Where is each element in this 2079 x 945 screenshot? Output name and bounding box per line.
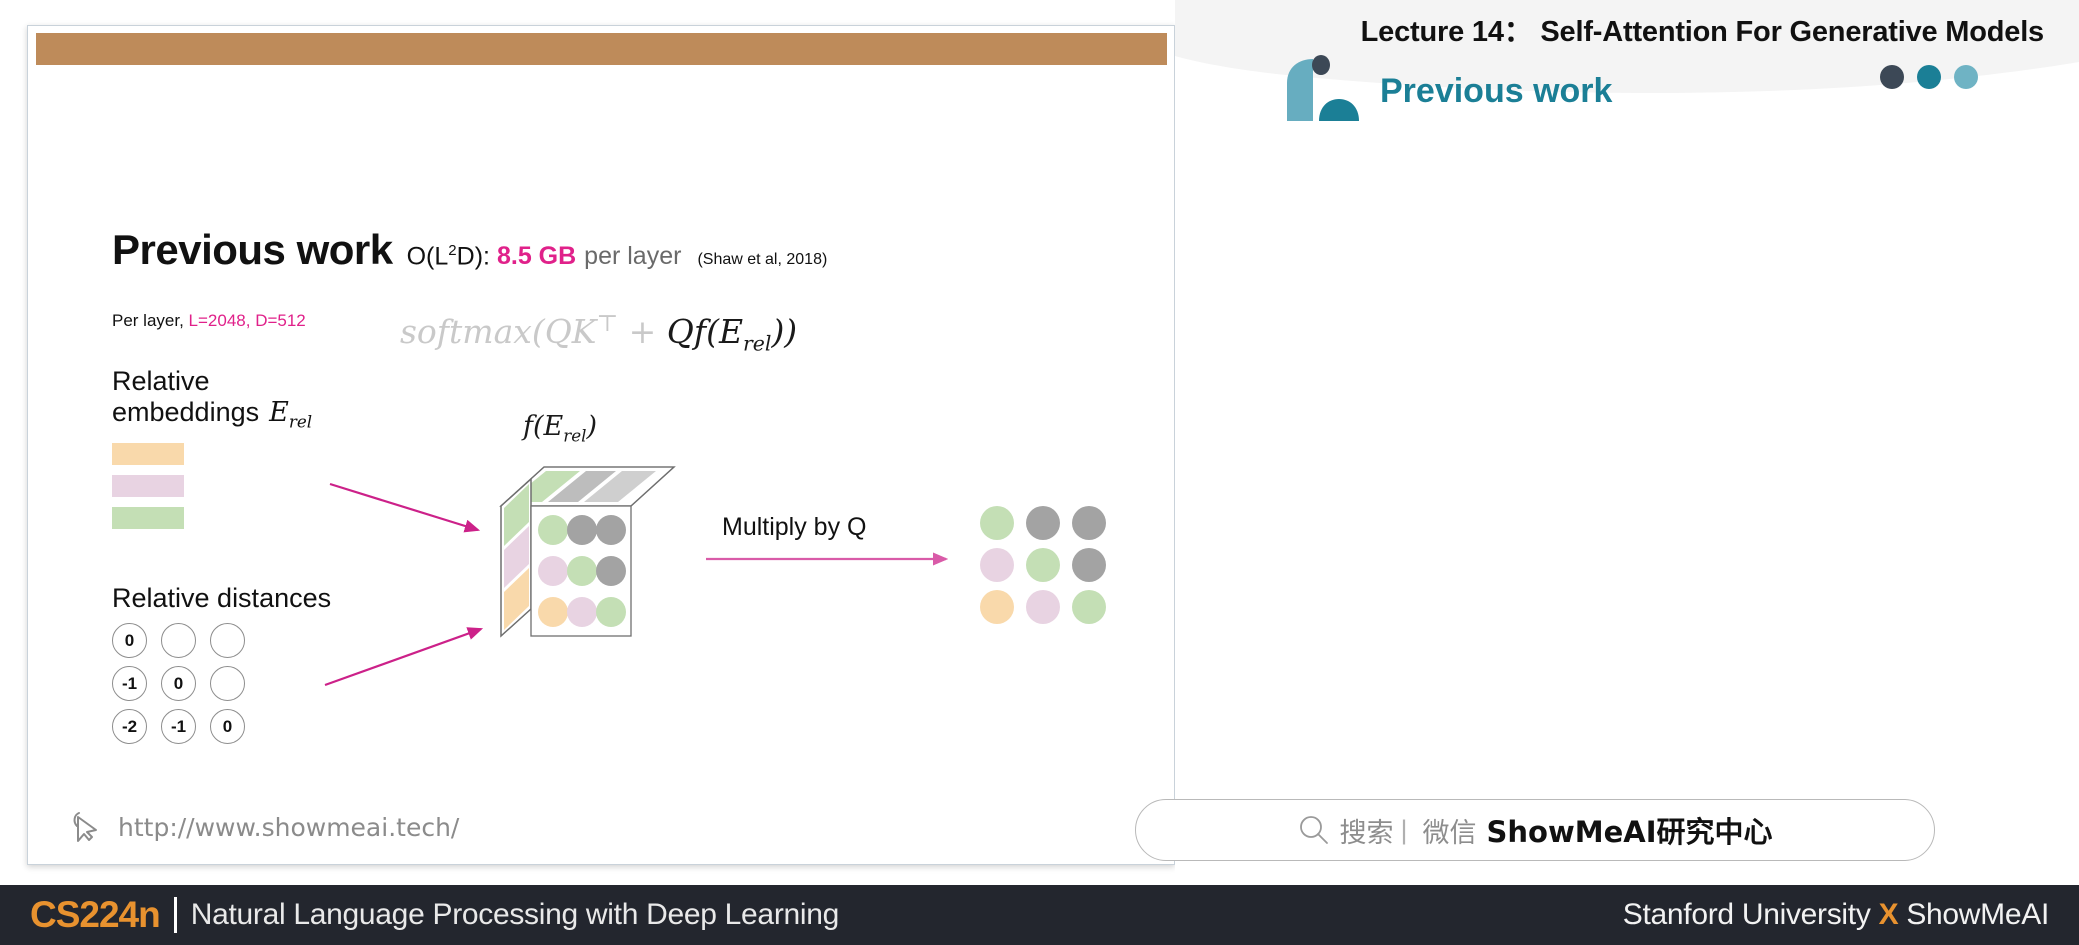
- rel-dist-cell: [210, 623, 245, 658]
- rel-dist-row: -1 0: [112, 666, 259, 701]
- rel-dist-row: -2 -1 0: [112, 709, 259, 744]
- output-dot-row: [980, 506, 1118, 540]
- slide-footer: http://www.showmeai.tech/: [36, 798, 1167, 856]
- footer-url[interactable]: http://www.showmeai.tech/: [118, 813, 459, 842]
- right-panel: Lecture 14： Self-Attention For Generativ…: [1175, 0, 2079, 893]
- section-heading: Previous work: [1380, 72, 1613, 110]
- formula-transpose: ⊤: [596, 311, 619, 337]
- embedding-bar-pink: [112, 475, 184, 497]
- header-dot-teal: [1917, 65, 1941, 89]
- search-box[interactable]: 搜索 | 微信 ShowMeAI研究中心: [1135, 799, 1935, 861]
- showmeai-logo-mark: [1287, 55, 1359, 121]
- search-label-cn: 搜索: [1339, 817, 1394, 849]
- slide-title-complexity: O(L2D):: [407, 242, 490, 271]
- output-dot: [1072, 548, 1106, 582]
- erel-base: E: [269, 397, 289, 429]
- affiliation-suffix: ShowMeAI: [1898, 898, 2049, 931]
- affiliation: Stanford University X ShowMeAI: [1622, 898, 2050, 932]
- per-layer-values: L=2048, D=512: [188, 311, 306, 330]
- output-dot: [1026, 590, 1060, 624]
- output-dot: [980, 506, 1014, 540]
- softmax-formula: softmax(QK⊤ + Qf(Erel)): [400, 311, 797, 356]
- complexity-prefix: O(L: [406, 242, 449, 270]
- embedding-bar-orange: [112, 443, 184, 465]
- relative-embedding-cube: [499, 466, 676, 638]
- output-dot: [980, 590, 1014, 624]
- multiply-by-q-label: Multiply by Q: [722, 513, 867, 541]
- rel-dist-cell: [161, 623, 196, 658]
- per-layer-text: per layer: [584, 242, 682, 270]
- erel-sub: rel: [288, 411, 313, 432]
- rel-dist-cell: 0: [161, 666, 196, 701]
- rel-dist-cell: -1: [112, 666, 147, 701]
- course-name: Natural Language Processing with Deep Le…: [190, 898, 840, 931]
- per-layer-note: Per layer, L=2048, D=512: [112, 311, 306, 331]
- formula-part-1: softmax(QK: [400, 312, 597, 351]
- embedding-bar-green: [112, 507, 184, 529]
- formula-dark-sub: rel: [743, 331, 772, 356]
- output-dot-grid: [980, 506, 1118, 632]
- formula-plus: +: [618, 312, 667, 351]
- course-code: CS224n: [30, 894, 161, 935]
- slide-accent-topbar: [36, 33, 1167, 65]
- complexity-suffix: D):: [456, 242, 490, 270]
- formula-dark-end: )): [771, 312, 798, 351]
- memory-value: 8.5 GB: [496, 242, 577, 270]
- formula-highlight: Qf(Erel)): [666, 312, 798, 356]
- rel-dist-row: 0: [112, 623, 259, 658]
- bottom-bar-divider: [173, 897, 177, 933]
- cube-label-end: ): [586, 411, 598, 442]
- header-dot-light: [1954, 65, 1978, 89]
- affiliation-prefix: Stanford University: [1622, 898, 1879, 931]
- arrow-embeddings-to-cube: [329, 482, 481, 533]
- rel-dist-cell: -2: [112, 709, 147, 744]
- search-separator: |: [1400, 814, 1408, 845]
- rel-emb-symbol: Erel: [269, 397, 313, 432]
- output-dot-row: [980, 590, 1118, 624]
- output-dot: [1072, 506, 1106, 540]
- rel-dist-cell: 0: [112, 623, 147, 658]
- complexity-exponent: 2: [448, 241, 457, 259]
- output-dot: [1026, 548, 1060, 582]
- cube-label: f(Erel): [523, 411, 597, 445]
- output-dot-row: [980, 548, 1118, 582]
- output-dot: [1072, 590, 1106, 624]
- rel-dist-cell: [210, 666, 245, 701]
- bottom-bar: CS224n Natural Language Processing with …: [0, 885, 2079, 945]
- cube-label-f: f(E: [523, 411, 564, 442]
- per-layer-prefix: Per layer,: [112, 311, 189, 330]
- arrow-distances-to-cube: [324, 627, 484, 687]
- output-dot: [980, 548, 1014, 582]
- rel-dist-cell: -1: [161, 709, 196, 744]
- output-dot: [1026, 506, 1060, 540]
- search-icon: [1300, 816, 1329, 844]
- header-dot-dark: [1880, 65, 1904, 89]
- cursor-icon: [73, 812, 97, 842]
- rel-emb-line-1: Relative: [112, 366, 210, 396]
- relative-distances-label: Relative distances: [112, 583, 332, 613]
- formula-dark-main: Qf(E: [666, 312, 744, 351]
- slide-title-main: Previous work: [112, 226, 393, 273]
- rel-dist-cell: 0: [210, 709, 245, 744]
- relative-embeddings-label: Relative embeddings Erel: [112, 366, 312, 432]
- slide-frame: Previous work O(L2D): 8.5 GB per layer (…: [27, 25, 1175, 865]
- rel-emb-line-2: embeddings: [112, 397, 260, 428]
- citation: (Shaw et al, 2018): [697, 251, 828, 268]
- search-brand: ShowMeAI研究中心: [1486, 815, 1773, 849]
- multiply-arrow: [706, 552, 949, 566]
- relative-distances-grid: 0 -1 0 -2 -1 0: [112, 623, 259, 752]
- rel-emb-line-2-wrap: embeddings Erel: [112, 397, 312, 432]
- lecture-title: Lecture 14： Self-Attention For Generativ…: [1360, 16, 2045, 48]
- search-channel-cn: 微信: [1422, 817, 1477, 849]
- cube-label-sub: rel: [563, 425, 587, 446]
- affiliation-x: X: [1878, 898, 1899, 931]
- slide-title-row: Previous work O(L2D): 8.5 GB per layer (…: [112, 226, 827, 274]
